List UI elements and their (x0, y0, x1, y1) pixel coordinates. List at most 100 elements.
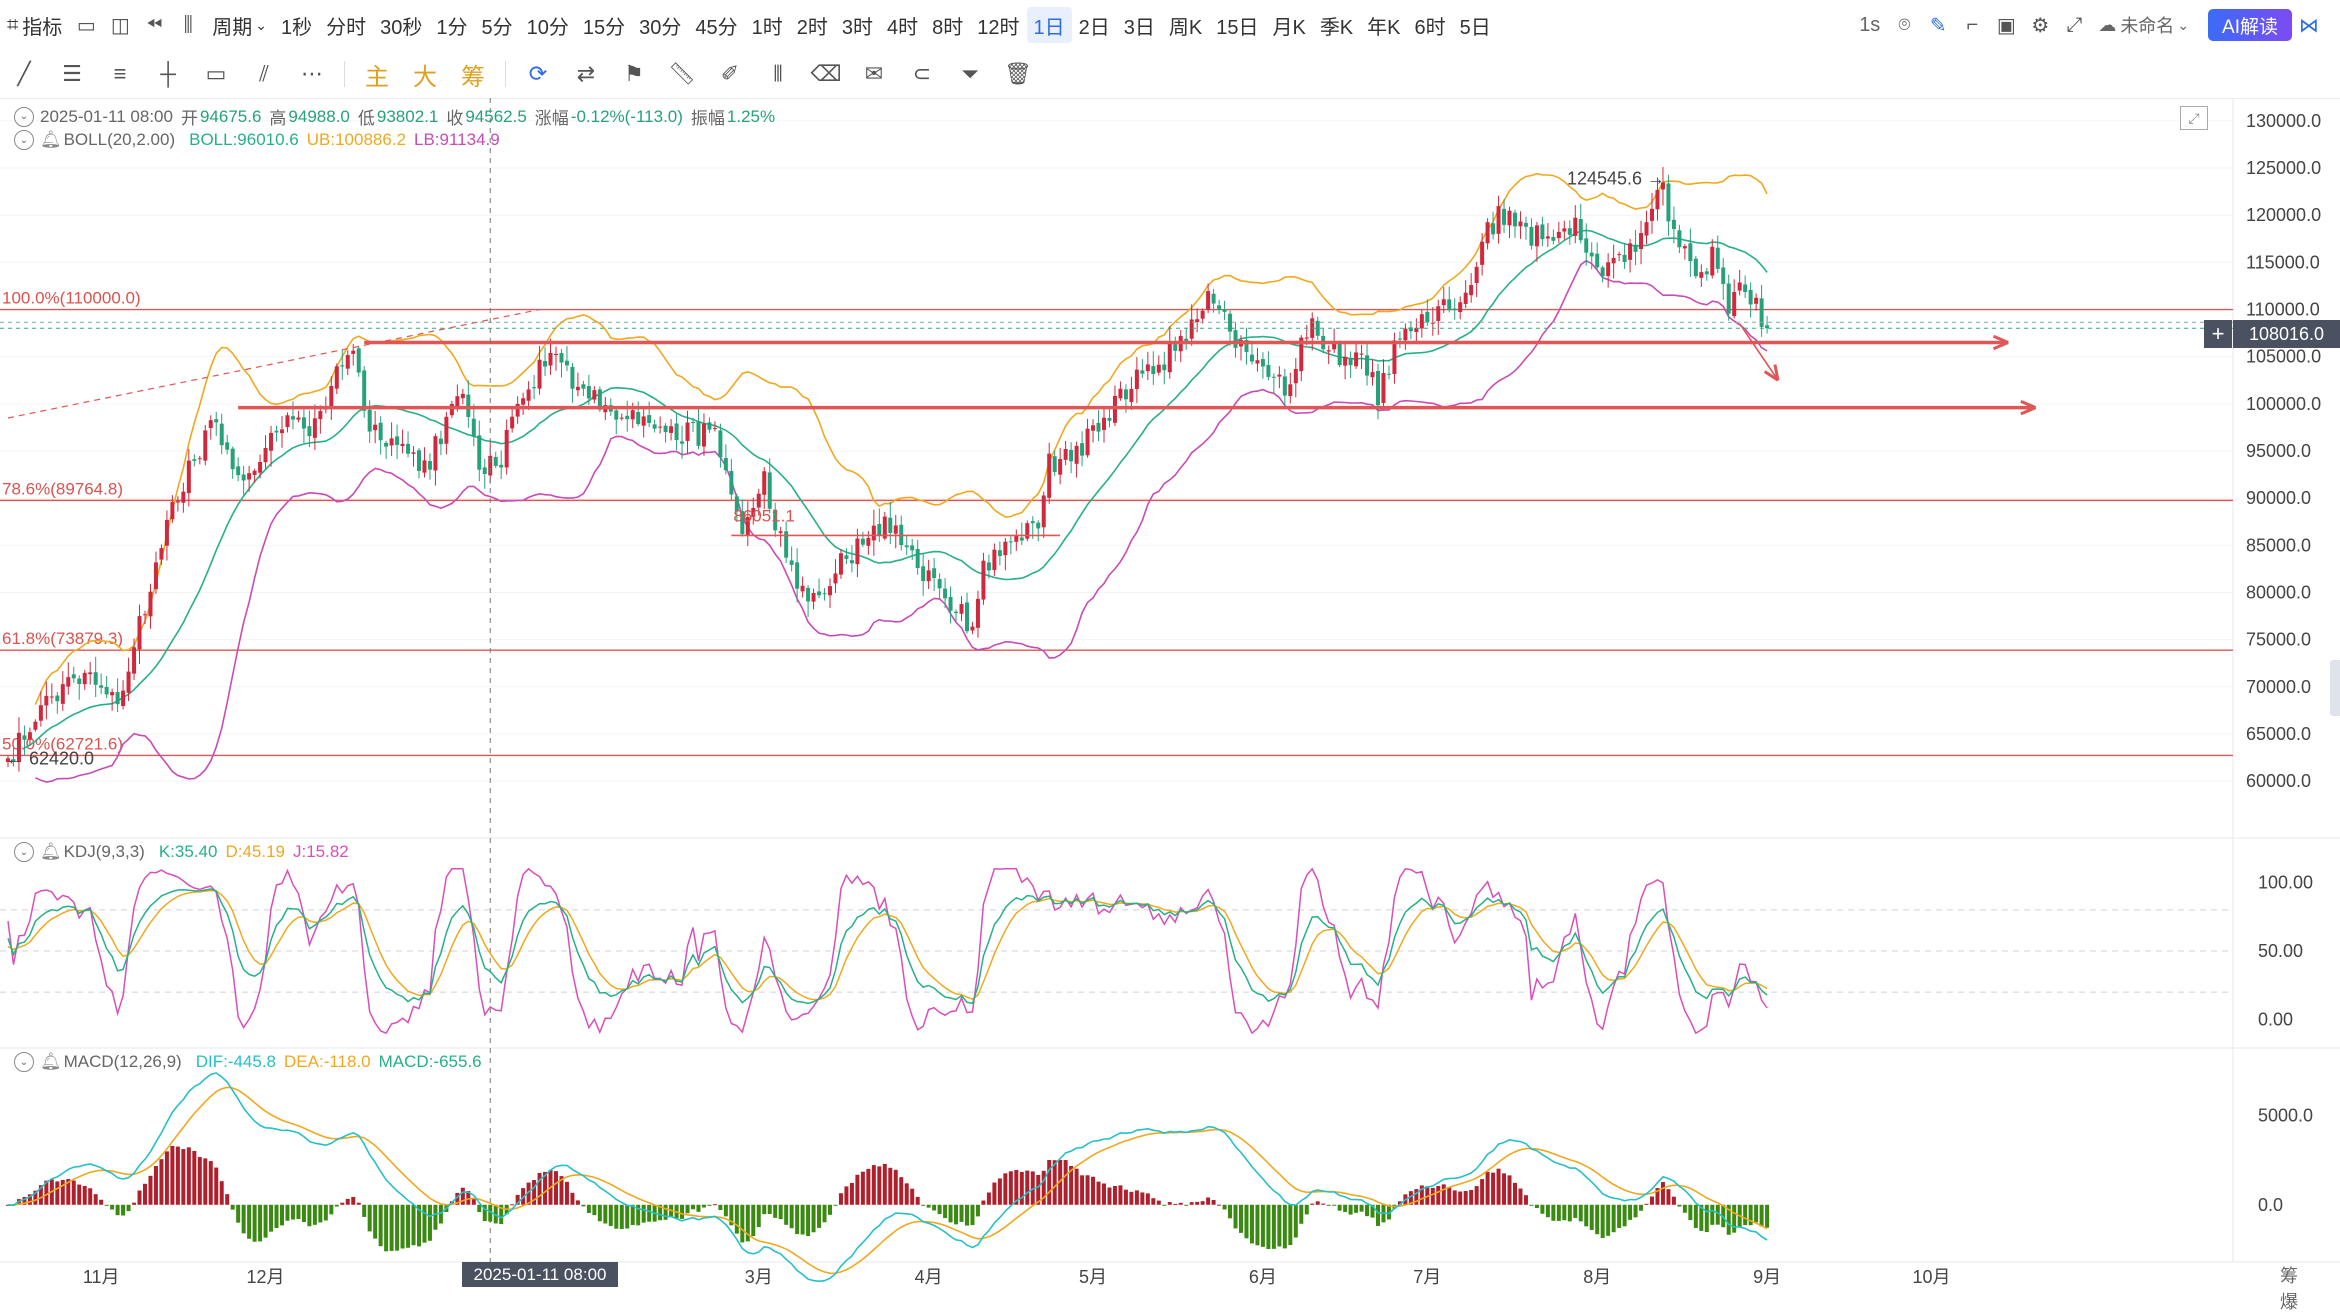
macd-bar (1617, 1204, 1622, 1228)
candle-body (263, 447, 268, 463)
macd-tick-label: 5000.0 (2258, 1105, 2313, 1125)
ohlc-close-label: 收 (446, 109, 464, 128)
candle-body (663, 425, 668, 433)
candle-body (1480, 241, 1485, 265)
candle-body (1463, 292, 1468, 304)
macd-bar (71, 1180, 76, 1205)
macd-bar (1326, 1204, 1331, 1206)
collapse-icon[interactable]: ⌄ (14, 130, 34, 150)
macd-bar (926, 1204, 931, 1208)
macd-bar (192, 1150, 197, 1205)
level-price-label: 86051.1 (733, 506, 794, 525)
macd-bar (395, 1204, 400, 1251)
bell-icon[interactable]: 🔔︎ (40, 1052, 62, 1072)
macd-bar (208, 1161, 213, 1205)
candle-body (422, 460, 427, 473)
macd-bar (186, 1147, 191, 1205)
macd-bar (773, 1204, 778, 1218)
macd-bar (1732, 1204, 1737, 1233)
price-tick-label: 70000.0 (2246, 677, 2311, 697)
macd-bar (1052, 1160, 1057, 1205)
candle-body (1293, 368, 1298, 384)
collapse-icon[interactable]: ⌄ (14, 106, 34, 127)
bell-icon[interactable]: 🔔︎ (40, 842, 62, 862)
macd-bar (143, 1183, 147, 1205)
macd-tick-label: 0.0 (2258, 1195, 2283, 1215)
macd-bar (1206, 1197, 1211, 1205)
expand-icon[interactable]: ⤢ (2180, 106, 2208, 130)
macd-bar (817, 1204, 822, 1228)
macd-bar (1200, 1201, 1205, 1205)
macd-bar (1195, 1201, 1200, 1205)
macd-bar (1529, 1204, 1534, 1206)
candle-body (800, 585, 805, 592)
collapse-icon[interactable]: ⌄ (14, 842, 34, 862)
candle-body (723, 458, 728, 471)
candle-body (586, 386, 591, 399)
macd-bar (570, 1192, 575, 1205)
add-alert-button[interactable]: + (2204, 320, 2232, 348)
candle-body (817, 591, 822, 596)
time-tick-label: 8月 (1583, 1267, 1611, 1287)
candle-body (1721, 267, 1726, 284)
boll-name[interactable]: BOLL(20,2.00) (64, 130, 176, 150)
candle-body (789, 560, 794, 565)
macd-bar (1540, 1204, 1545, 1214)
candle-body (49, 696, 54, 698)
macd-bar (356, 1202, 361, 1205)
macd-bar (1134, 1190, 1139, 1205)
candle-body (1282, 376, 1287, 396)
macd-bar (1304, 1204, 1309, 1215)
candle-body (493, 456, 498, 466)
candle-body (1266, 364, 1271, 377)
candle-body (1167, 341, 1172, 373)
macd-name[interactable]: MACD(12,26,9) (64, 1052, 182, 1072)
price-tick-label: 100000.0 (2246, 394, 2321, 414)
liquidation-label[interactable]: 爆 (2280, 1292, 2298, 1312)
candle-body (285, 415, 290, 428)
macd-bar (1239, 1204, 1243, 1233)
macd-bar (373, 1204, 378, 1239)
macd-bar (1573, 1204, 1578, 1218)
bell-icon[interactable]: 🔔︎ (40, 130, 62, 150)
candle-body (367, 409, 372, 432)
candle-body (417, 450, 421, 471)
candle-body (1348, 357, 1353, 366)
macd-bar (1502, 1173, 1507, 1205)
macd-bar (296, 1204, 301, 1220)
macd-bar (701, 1204, 706, 1208)
macd-bar (290, 1204, 295, 1220)
candle-body (910, 545, 915, 551)
price-tick-label: 110000.0 (2246, 300, 2320, 320)
macd-bar (1693, 1204, 1698, 1228)
macd-bar (334, 1204, 339, 1207)
ohlc-close: 94562.5 (465, 106, 527, 126)
macd-bar (1474, 1186, 1479, 1205)
candle-body (970, 626, 975, 631)
chart-canvas[interactable]: 100.0%(110000.0) 78.6%(89764.8) 61.8%(7387… (0, 0, 2340, 1287)
kdj-j-line (7, 867, 1768, 1035)
macd-bar (680, 1204, 685, 1219)
macd-bar (214, 1167, 219, 1205)
macd-bar (641, 1204, 646, 1223)
macd-bar (1606, 1204, 1611, 1236)
candle-body (926, 570, 931, 582)
kdj-name[interactable]: KDJ(9,3,3) (64, 842, 145, 862)
candle-body (296, 417, 301, 420)
candle-body (504, 429, 509, 468)
macd-bar (93, 1194, 98, 1205)
candle-body (1249, 354, 1254, 362)
candle-body (406, 443, 411, 454)
collapse-icon[interactable]: ⌄ (14, 1052, 34, 1072)
macd-bar (1343, 1204, 1348, 1212)
candle-body (510, 416, 515, 429)
chips-label[interactable]: 筹 (2280, 1266, 2298, 1286)
candle-body (515, 403, 520, 417)
candle-body (1507, 210, 1512, 226)
candle-body (1606, 262, 1611, 277)
candle-body (143, 614, 147, 616)
macd-bar (301, 1204, 306, 1223)
macd-bar (1611, 1204, 1616, 1233)
candle-body (1419, 314, 1424, 329)
side-panel-handle[interactable] (2330, 660, 2340, 716)
